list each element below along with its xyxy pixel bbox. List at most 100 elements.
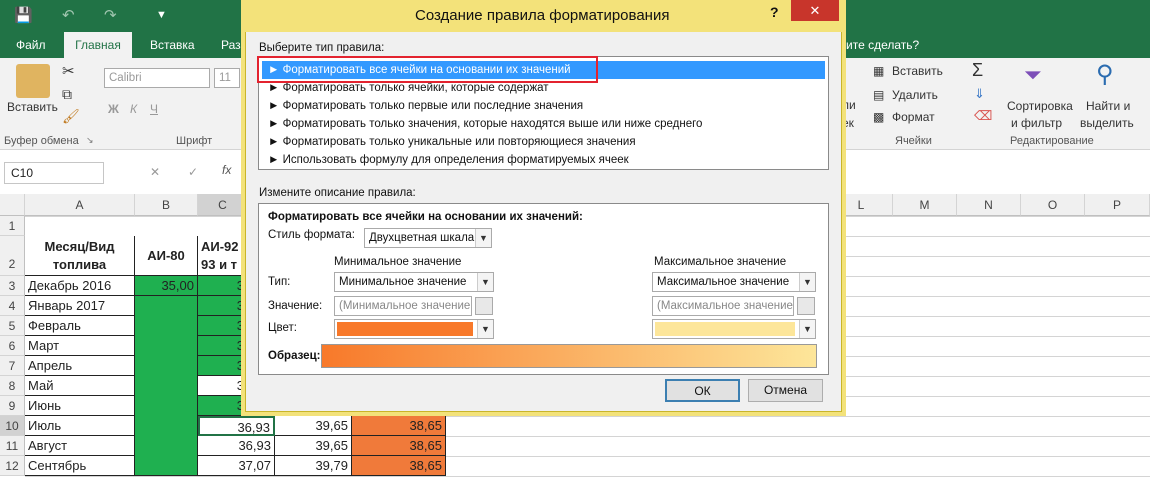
sort-filter-icon[interactable]: ⏷ (1024, 62, 1042, 88)
month-cell[interactable]: Сентябрь (25, 456, 135, 476)
ai92-cell[interactable]: 37,07 (198, 456, 275, 476)
delete-cells-button[interactable]: Удалить (892, 88, 938, 102)
ai92-cell[interactable]: 3 (198, 396, 248, 416)
ai92-cell[interactable]: 3 (198, 356, 248, 376)
clear-icon[interactable]: ⌫ (974, 108, 992, 124)
max-range-picker-icon[interactable] (797, 297, 815, 315)
month-cell[interactable]: Июль (25, 416, 135, 436)
column-header[interactable]: C (198, 194, 248, 216)
bold-button[interactable]: Ж (108, 102, 119, 116)
redo-icon[interactable]: ↷ (104, 6, 117, 24)
find-select-button[interactable]: Найти и (1086, 99, 1130, 113)
close-button[interactable]: ✕ (791, 0, 839, 21)
name-box[interactable]: C10 (4, 162, 104, 184)
undo-icon[interactable]: ↶ (62, 6, 75, 24)
row-header[interactable]: 2 (0, 236, 25, 276)
italic-button[interactable]: К (130, 102, 137, 116)
month-cell[interactable]: Июнь (25, 396, 135, 416)
insert-cells-icon[interactable]: ▦ (873, 64, 884, 78)
delete-cells-icon[interactable]: ▤ (873, 88, 884, 102)
cond-format-partial[interactable]: ли (842, 98, 856, 112)
ai95-cell[interactable]: 39,79 (275, 456, 352, 476)
ai92-cell[interactable]: 3 (198, 316, 248, 336)
clipboard-launcher-icon[interactable]: ↘ (86, 135, 94, 146)
find-select-button-line2[interactable]: выделить (1080, 116, 1134, 130)
max-type-select[interactable]: Максимальное значение ▼ (652, 272, 816, 292)
ai92-cell[interactable]: 3 (198, 296, 248, 316)
ai92-cell[interactable]: 3 (198, 376, 248, 396)
header-cell-ai92[interactable]: АИ-92 93 и т (198, 236, 248, 276)
row-header[interactable]: 4 (0, 296, 25, 316)
selected-cell-c10[interactable]: 36,93 (198, 416, 275, 436)
ai95-cell[interactable]: 39,65 (275, 436, 352, 456)
month-cell[interactable]: Декабрь 2016 (25, 276, 135, 296)
month-cell[interactable]: Январь 2017 (25, 296, 135, 316)
sort-filter-button[interactable]: Сортировка (1007, 99, 1073, 113)
row-header[interactable]: 3 (0, 276, 25, 296)
ai80-cell[interactable]: 35,00 (135, 276, 198, 296)
ok-button[interactable]: ОК (665, 379, 740, 402)
column-header[interactable]: P (1085, 194, 1150, 216)
copy-icon[interactable]: ⧉ (62, 86, 72, 103)
row-header[interactable]: 12 (0, 456, 25, 476)
find-select-icon[interactable]: ⚲ (1096, 60, 1114, 89)
row-header[interactable]: 9 (0, 396, 25, 416)
column-header[interactable]: B (135, 194, 198, 216)
row-header[interactable]: 1 (0, 216, 25, 236)
underline-button[interactable]: Ч (150, 102, 158, 116)
rule-type-item-above-below-average[interactable]: ► Форматировать только значения, которые… (262, 115, 825, 133)
rule-type-item-top-bottom[interactable]: ► Форматировать только первые или послед… (262, 97, 825, 115)
select-all-corner[interactable] (0, 194, 25, 216)
fill-icon[interactable]: ⇓ (974, 86, 985, 102)
help-button[interactable]: ? (770, 4, 779, 20)
font-name-select[interactable]: Calibri (104, 68, 210, 88)
sort-filter-button-line2[interactable]: и фильтр (1011, 116, 1062, 130)
confirm-entry-icon[interactable]: ✓ (188, 165, 198, 179)
diesel-cell[interactable]: 38,65 (352, 436, 446, 456)
format-painter-icon[interactable]: 🖌 (62, 108, 80, 125)
column-header[interactable]: O (1021, 194, 1085, 216)
row-header[interactable]: 7 (0, 356, 25, 376)
header-cell-ai80[interactable]: АИ-80 (135, 236, 198, 276)
cancel-entry-icon[interactable]: ✕ (150, 165, 160, 179)
autosum-icon[interactable]: Σ (972, 60, 983, 81)
month-cell[interactable]: Апрель (25, 356, 135, 376)
column-header[interactable]: N (957, 194, 1021, 216)
tell-me-box[interactable]: ите сделать? (842, 32, 923, 58)
max-value-input[interactable]: (Максимальное значение (652, 296, 794, 316)
rule-type-item-unique-duplicate[interactable]: ► Форматировать только уникальные или по… (262, 133, 825, 151)
row-header[interactable]: 8 (0, 376, 25, 396)
diesel-cell[interactable]: 38,65 (352, 416, 446, 436)
month-cell[interactable]: Август (25, 436, 135, 456)
column-header[interactable]: M (893, 194, 957, 216)
cancel-button[interactable]: Отмена (748, 379, 823, 402)
paste-button[interactable]: Вставить (7, 100, 58, 114)
rule-type-item-formula[interactable]: ► Использовать формулу для определения ф… (262, 151, 825, 169)
ai80-cells-range[interactable] (135, 296, 198, 476)
format-cells-button[interactable]: Формат (892, 110, 935, 124)
month-cell[interactable]: Февраль (25, 316, 135, 336)
ai92-cell[interactable]: 36,93 (198, 436, 275, 456)
insert-cells-button[interactable]: Вставить (892, 64, 943, 78)
table-format-partial[interactable]: ек (842, 116, 854, 130)
insert-function-button[interactable]: fx (222, 163, 231, 177)
save-icon[interactable]: 💾 (14, 6, 33, 24)
diesel-cell[interactable]: 38,65 (352, 456, 446, 476)
month-cell[interactable]: Март (25, 336, 135, 356)
font-size-select[interactable]: 11 (214, 68, 240, 88)
format-cells-icon[interactable]: ▩ (873, 110, 884, 124)
header-cell-month[interactable]: Месяц/Вид топлива (25, 236, 135, 276)
max-color-select[interactable]: ▼ (652, 319, 816, 339)
tab-file[interactable]: Файл (12, 32, 50, 58)
cut-icon[interactable]: ✂ (62, 62, 75, 80)
format-style-select[interactable]: Двухцветная шкала ▼ (364, 228, 492, 248)
tab-insert[interactable]: Вставка (146, 32, 199, 58)
min-range-picker-icon[interactable] (475, 297, 493, 315)
row-header[interactable]: 6 (0, 336, 25, 356)
ai95-cell[interactable]: 39,65 (275, 416, 352, 436)
min-value-input[interactable]: (Минимальное значение (334, 296, 472, 316)
column-header[interactable]: A (25, 194, 135, 216)
paste-icon[interactable] (16, 64, 50, 98)
row-header[interactable]: 11 (0, 436, 25, 456)
min-color-select[interactable]: ▼ (334, 319, 494, 339)
